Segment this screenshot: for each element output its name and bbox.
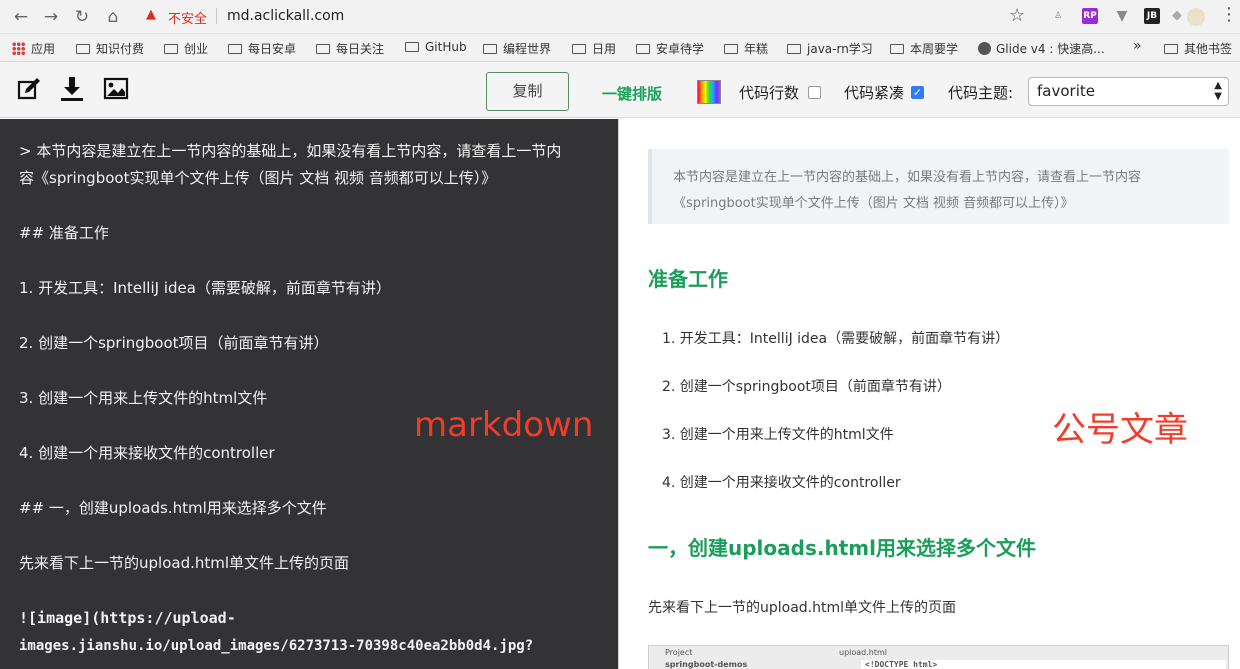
- theme-select[interactable]: favorite ▲ ▼: [1028, 77, 1229, 106]
- select-arrows-icon: ▲ ▼: [1214, 80, 1222, 102]
- extension-jb-icon[interactable]: JB: [1144, 8, 1160, 24]
- compact-checkbox[interactable]: ✓: [911, 86, 924, 99]
- profile-avatar-icon[interactable]: [1187, 8, 1205, 26]
- editor-line: 1. 开发工具：IntelliJ idea（需要破解，前面章节有讲）: [19, 279, 391, 297]
- format-button[interactable]: 一键排版: [602, 83, 662, 104]
- bookmark-apps[interactable]: 应用: [12, 40, 55, 57]
- bookmark-item[interactable]: GitHub: [405, 40, 467, 54]
- reload-icon[interactable]: ↻: [71, 6, 93, 28]
- markdown-overlay-label: markdown: [414, 405, 594, 445]
- folder-icon: [724, 44, 738, 54]
- bookmark-other[interactable]: 其他书签: [1164, 40, 1232, 57]
- line-numbers-label: 代码行数: [739, 84, 800, 102]
- bookmark-item[interactable]: 每日安卓: [228, 40, 296, 57]
- editor-line: images.jianshu.io/upload_images/6273713-…: [19, 638, 534, 654]
- heading-uploads: 一，创建uploads.html用来选择多个文件: [648, 536, 1036, 560]
- editor-line: 先来看下上一节的upload.html单文件上传的页面: [19, 554, 350, 572]
- list-item: 3. 创建一个用来上传文件的html文件: [662, 427, 894, 443]
- folder-icon: [483, 44, 497, 54]
- article-preview: 本节内容是建立在上一节内容的基础上，如果没有看上节内容，请查看上一节内容 《sp…: [629, 119, 1240, 669]
- screenshot-image: Project upload.html springboot-demos <!D…: [648, 645, 1229, 669]
- editor-line: 容《springboot实现单个文件上传（图片 文档 视频 音频都可以上传）》: [19, 169, 497, 187]
- theme-select-value: favorite: [1037, 82, 1095, 100]
- editor-line: 3. 创建一个用来上传文件的html文件: [19, 389, 268, 407]
- editor-line: ![image](https://upload-: [19, 609, 236, 627]
- folder-icon: [164, 44, 178, 54]
- bookmarks-bar: 应用 知识付费 创业 每日安卓 每日关注 GitHub 编程世界 日用 安卓待学…: [0, 34, 1240, 62]
- heading-prepare: 准备工作: [648, 267, 728, 291]
- bookmark-item[interactable]: 编程世界: [483, 40, 551, 57]
- copy-button[interactable]: 复制: [486, 72, 569, 111]
- quote-line: 《springboot实现单个文件上传（图片 文档 视频 音频都可以上传）》: [673, 196, 1074, 211]
- image-icon[interactable]: [103, 76, 129, 102]
- globe-icon: [978, 42, 991, 55]
- bookmark-item[interactable]: 创业: [164, 40, 208, 57]
- app-toolbar: 复制 一键排版 代码行数 代码紧凑 ✓ 代码主题: favorite ▲ ▼: [0, 62, 1240, 118]
- theme-label: 代码主题:: [948, 84, 1014, 102]
- editor-line: 2. 创建一个springboot项目（前面章节有讲）: [19, 334, 329, 352]
- bookmarks-overflow-icon[interactable]: »: [1133, 38, 1142, 54]
- folder-icon: [572, 44, 586, 54]
- address-bar[interactable]: md.aclickall.com: [227, 8, 344, 24]
- bookmark-item[interactable]: Glide v4 : 快速高...: [978, 40, 1105, 57]
- project-label: Project: [665, 648, 693, 657]
- bookmark-item[interactable]: 日用: [572, 40, 616, 57]
- folder-icon: [228, 44, 242, 54]
- editor-line: ## 准备工作: [19, 224, 109, 242]
- bookmark-star-icon[interactable]: ☆: [1009, 5, 1025, 26]
- line-numbers-checkbox[interactable]: [808, 86, 821, 99]
- extension-tree-icon[interactable]: ♙: [1050, 8, 1066, 24]
- warning-icon[interactable]: ▲: [146, 8, 160, 22]
- blockquote: 本节内容是建立在上一节内容的基础上，如果没有看上节内容，请查看上一节内容 《sp…: [648, 149, 1229, 224]
- compact-label: 代码紧凑: [844, 84, 905, 102]
- bookmark-item[interactable]: 每日关注: [316, 40, 384, 57]
- extension-v-icon[interactable]: ▼: [1114, 8, 1130, 24]
- code-line: <!DOCTYPE html>: [861, 660, 1226, 669]
- list-item: 1. 开发工具：IntelliJ idea（需要破解，前面章节有讲）: [662, 331, 1010, 347]
- download-icon[interactable]: [59, 76, 85, 102]
- bookmark-item[interactable]: java-rn学习: [787, 40, 873, 57]
- paragraph: 先来看下上一节的upload.html单文件上传的页面: [648, 600, 957, 616]
- folder-icon: [636, 44, 650, 54]
- browser-menu-icon[interactable]: ⋮: [1220, 6, 1238, 24]
- editor-line: 4. 创建一个用来接收文件的controller: [19, 444, 275, 462]
- bookmark-item[interactable]: 年糕: [724, 40, 768, 57]
- folder-icon: [1164, 44, 1178, 54]
- extension-fire-icon[interactable]: ◆: [1169, 8, 1185, 24]
- list-item: 2. 创建一个springboot项目（前面章节有讲）: [662, 379, 951, 395]
- list-item: 4. 创建一个用来接收文件的controller: [662, 475, 901, 491]
- folder-icon: [76, 44, 90, 54]
- browser-top-bar: ← → ↻ ⌂ ▲ 不安全 md.aclickall.com ☆ ♙ RP ▼ …: [0, 0, 1240, 34]
- editor-line: > 本节内容是建立在上一节内容的基础上，如果没有看上节内容，请查看上一节内: [19, 142, 562, 160]
- home-icon[interactable]: ⌂: [102, 6, 124, 28]
- bookmark-item[interactable]: 知识付费: [76, 40, 144, 57]
- extension-rp-icon[interactable]: RP: [1082, 8, 1098, 24]
- bookmark-item[interactable]: 本周要学: [890, 40, 958, 57]
- address-separator: [216, 8, 217, 24]
- apps-grid-icon: [12, 42, 25, 55]
- folder-icon: [316, 44, 330, 54]
- folder-icon: [405, 42, 419, 52]
- security-label[interactable]: 不安全: [168, 8, 207, 27]
- color-palette-icon[interactable]: [697, 80, 721, 104]
- bookmark-item[interactable]: 安卓待学: [636, 40, 704, 57]
- markdown-editor[interactable]: > 本节内容是建立在上一节内容的基础上，如果没有看上节内容，请查看上一节内 容《…: [0, 119, 618, 669]
- project-tree-item: springboot-demos: [665, 660, 748, 669]
- forward-icon[interactable]: →: [40, 6, 62, 28]
- file-tab: upload.html: [839, 648, 888, 657]
- pane-divider[interactable]: [618, 119, 629, 669]
- article-overlay-label: 公号文章: [1052, 410, 1188, 450]
- edit-icon[interactable]: [16, 76, 42, 102]
- quote-line: 本节内容是建立在上一节内容的基础上，如果没有看上节内容，请查看上一节内容: [673, 170, 1142, 185]
- back-icon[interactable]: ←: [10, 6, 32, 28]
- folder-icon: [787, 44, 801, 54]
- folder-icon: [890, 44, 904, 54]
- editor-line: ## 一，创建uploads.html用来选择多个文件: [19, 499, 327, 517]
